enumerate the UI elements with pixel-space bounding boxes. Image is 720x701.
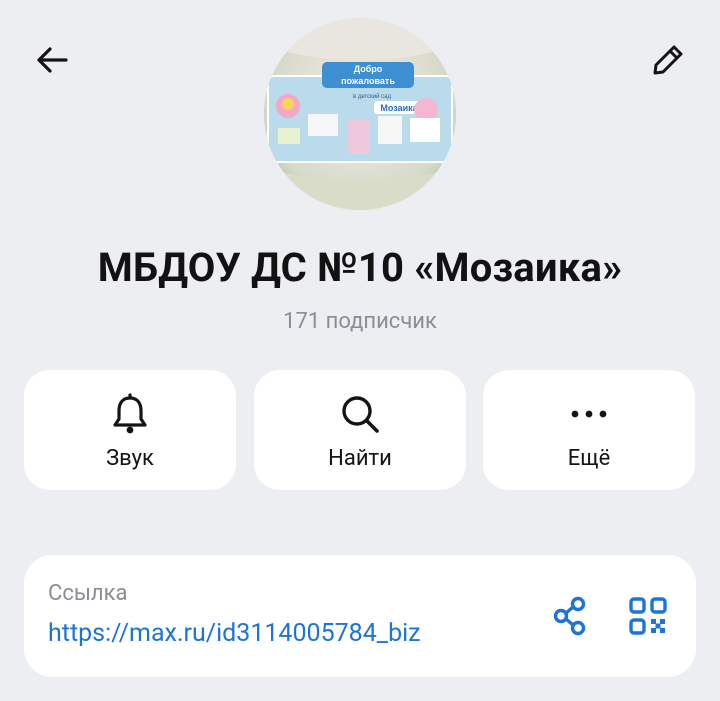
bell-icon — [113, 393, 147, 434]
share-button[interactable] — [546, 592, 594, 640]
arrow-left-icon — [37, 47, 68, 73]
channel-title: МБДОУ ДС №10 «Мозаика» — [97, 244, 623, 291]
more-label: Ещё — [567, 446, 611, 471]
more-dots-icon — [571, 410, 607, 418]
more-button[interactable]: Ещё — [483, 370, 695, 490]
sign-small: в детский сад — [353, 93, 392, 100]
sound-button[interactable]: Звук — [24, 370, 236, 490]
search-label: Найти — [328, 446, 392, 471]
search-button[interactable]: Найти — [254, 370, 466, 490]
sign-line2: пожаловать — [341, 76, 395, 86]
action-row: Звук Найти Ещё — [24, 370, 696, 490]
search-icon — [342, 396, 379, 433]
edit-button[interactable] — [640, 32, 696, 88]
back-button[interactable] — [24, 32, 80, 88]
channel-avatar[interactable]: Добро пожаловать в детский сад Мозаика — [264, 18, 456, 210]
subscriber-count: 171 подписчик — [283, 309, 437, 334]
avatar-photo: Добро пожаловать в детский сад Мозаика — [264, 18, 456, 210]
sign-name: Мозаика — [380, 103, 418, 113]
pencil-icon — [653, 45, 683, 75]
qr-code-icon — [629, 597, 667, 635]
sign-line1: Добро — [354, 64, 383, 74]
link-card: Ссылка https://max.ru/id3114005784_biz — [24, 555, 696, 677]
link-caption: Ссылка — [48, 581, 128, 606]
qr-code-button[interactable] — [624, 592, 672, 640]
share-icon — [553, 596, 586, 636]
sound-label: Звук — [106, 446, 154, 471]
channel-link[interactable]: https://max.ru/id3114005784_biz — [48, 619, 518, 648]
